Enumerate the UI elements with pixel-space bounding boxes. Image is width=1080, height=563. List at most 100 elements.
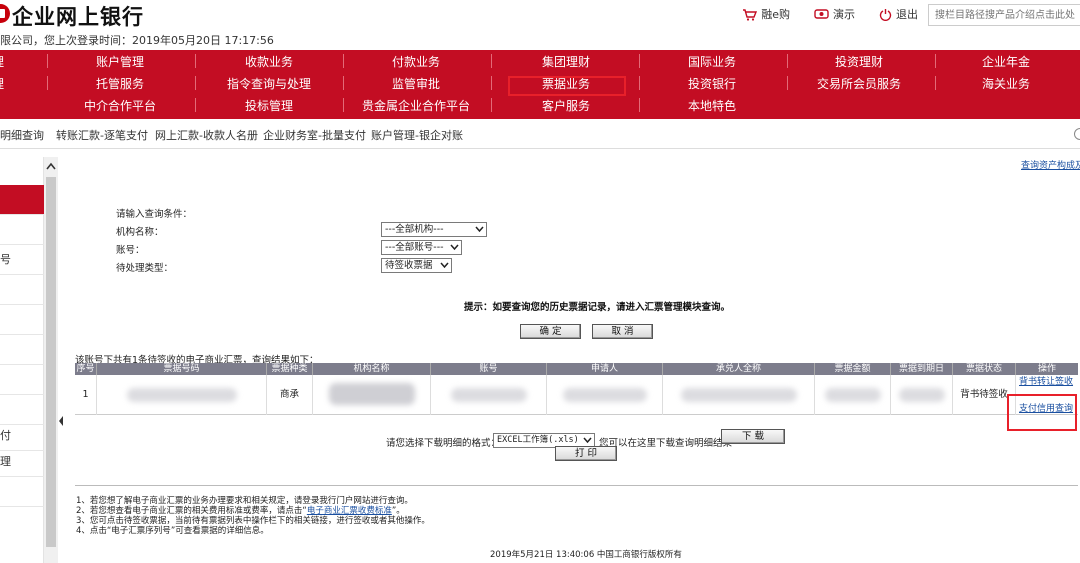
nav-item-group-finance[interactable]: 集团理财 — [542, 51, 590, 73]
pending-type-select[interactable]: 待签收票据 — [381, 258, 452, 273]
nav-item-account-management[interactable]: 账户管理 — [96, 51, 144, 73]
nav-separator — [491, 54, 492, 68]
note-2-suffix: ”。 — [391, 506, 405, 516]
left-menu: 号 付 理 — [0, 157, 44, 563]
scroll-up-icon[interactable] — [46, 161, 56, 173]
notes: 1、若您想了解电子商业汇票的业务办理要求和相关规定，请登录我行门户网站进行查询。… — [76, 496, 430, 536]
nav-item-custody[interactable]: 托管服务 — [96, 73, 144, 95]
payment-credit-query-link[interactable]: 支付信用查询 — [1019, 389, 1073, 429]
search-input[interactable] — [928, 4, 1080, 26]
download-format-label: 请您选择下载明细的格式： — [386, 438, 501, 449]
cell-account — [431, 375, 547, 415]
account-label: 账号： — [116, 245, 145, 256]
subnav-transfer[interactable]: 转账汇款-逐笔支付 — [56, 127, 148, 143]
left-menu-item[interactable] — [0, 157, 44, 187]
subnav-reconciliation[interactable]: 账户管理-银企对账 — [371, 127, 463, 143]
cell-acceptor — [663, 375, 815, 415]
nav-separator — [195, 54, 196, 68]
left-menu-item-active[interactable] — [0, 185, 44, 215]
rong-e-gou-link[interactable]: 融e购 — [742, 6, 790, 22]
nav-item-r2-0[interactable]: 理 — [0, 73, 4, 95]
left-menu-item[interactable] — [0, 477, 44, 507]
note-4: 4、点击“电子汇票序列号”可查看票据的详细信息。 — [76, 526, 269, 536]
left-menu-item[interactable] — [0, 305, 44, 335]
login-info: 限公司，您上次登录时间：2019年05月20日 17:17:56 — [0, 34, 274, 47]
th-bill-number: 票据号码 — [97, 363, 267, 375]
left-menu-item[interactable] — [0, 335, 44, 365]
download-button[interactable]: 下 载 — [721, 429, 785, 444]
scrollbar-thumb[interactable] — [46, 177, 56, 547]
th-amount: 票据金额 — [815, 363, 891, 375]
nav-item-tender[interactable]: 投标管理 — [245, 95, 293, 117]
rong-e-gou-label: 融e购 — [761, 8, 790, 21]
subnav-more-icon[interactable] — [1074, 128, 1080, 140]
subnav-detail-query[interactable]: 明细查询 — [0, 127, 44, 143]
chevron-down-icon — [475, 226, 484, 233]
note-3: 3、您可点击待签收票据，当前待有票据列表中操作栏下的相关链接，进行签收或者其他操… — [76, 516, 430, 526]
left-menu-item[interactable] — [0, 365, 44, 395]
demo-link[interactable]: 演示 — [814, 6, 855, 22]
nav-item-bill-business[interactable]: 票据业务 — [542, 73, 590, 95]
query-prompt: 请输入查询条件： — [116, 209, 193, 220]
account-select[interactable]: ---全部账号--- — [381, 240, 462, 255]
nav-item-exchange-member[interactable]: 交易所会员服务 — [817, 73, 901, 95]
fee-standard-link[interactable]: 电子商业汇票收费标准 — [307, 506, 392, 516]
nav-item-customs[interactable]: 海关业务 — [982, 73, 1030, 95]
nav-item-instruction-query[interactable]: 指令查询与处理 — [227, 73, 311, 95]
th-account: 账号 — [431, 363, 547, 375]
redacted-value — [563, 388, 647, 402]
confirm-button[interactable]: 确 定 — [520, 324, 581, 339]
nav-item-precious-metal[interactable]: 贵金属企业合作平台 — [362, 95, 470, 117]
th-due-date: 票据到期日 — [891, 363, 953, 375]
cell-index: 1 — [75, 375, 97, 415]
nav-item-annuity[interactable]: 企业年金 — [982, 51, 1030, 73]
chevron-down-icon — [583, 437, 592, 444]
th-acceptor: 承兑人全称 — [663, 363, 815, 375]
th-applicant: 申请人 — [547, 363, 663, 375]
top-links: 融e购 演示 退出 — [742, 6, 918, 22]
nav-item-payment[interactable]: 付款业务 — [392, 51, 440, 73]
nav-item-customer-service[interactable]: 客户服务 — [542, 95, 590, 117]
pending-type-label: 待处理类型： — [116, 263, 174, 274]
cell-bill-number[interactable] — [97, 375, 267, 415]
nav-separator — [47, 54, 48, 68]
print-button[interactable]: 打 印 — [555, 446, 617, 461]
nav-item-investment[interactable]: 投资理财 — [835, 51, 883, 73]
nav-row-1: 理 账户管理 收款业务 付款业务 集团理财 国际业务 投资理财 企业年金 — [0, 51, 1080, 73]
left-scrollbar[interactable] — [44, 157, 58, 563]
cancel-button[interactable]: 取 消 — [592, 324, 653, 339]
left-menu-item[interactable]: 理 — [0, 447, 44, 477]
logout-link[interactable]: 退出 — [879, 6, 918, 22]
account-value: ---全部账号--- — [385, 242, 444, 253]
org-name-select[interactable]: ---全部机构--- — [381, 222, 487, 237]
nav-separator — [491, 76, 492, 90]
nav-item-r1-0[interactable]: 理 — [0, 51, 4, 73]
redacted-value — [681, 388, 797, 402]
left-menu-item[interactable] — [0, 275, 44, 305]
asset-composition-link[interactable]: 查询资产构成及 — [1021, 158, 1080, 171]
power-icon — [879, 8, 892, 21]
nav-item-investment-bank[interactable]: 投资银行 — [688, 73, 736, 95]
left-menu-item[interactable]: 号 — [0, 245, 44, 275]
nav-item-local[interactable]: 本地特色 — [688, 95, 736, 117]
header: 企业网上银行 限公司，您上次登录时间：2019年05月20日 17:17:56 … — [0, 0, 1080, 50]
chevron-down-icon — [450, 244, 459, 251]
note-2-prefix: 2、若您想查看电子商业汇票的相关费用标准或费率，请点击“ — [76, 506, 307, 516]
cell-bill-kind: 商承 — [267, 375, 313, 415]
demo-label: 演示 — [833, 8, 855, 21]
notes-divider — [75, 485, 1078, 486]
nav-separator — [47, 76, 48, 90]
subnav-batch-pay[interactable]: 企业财务室-批量支付 — [263, 127, 366, 143]
nav-item-collection[interactable]: 收款业务 — [245, 51, 293, 73]
nav-separator — [935, 76, 936, 90]
table-row: 1 商承 背书待签收 背书转让签收 支付信用查询 — [75, 375, 1078, 415]
redacted-value — [899, 388, 945, 402]
org-name-label: 机构名称： — [116, 227, 164, 238]
nav-item-supervision[interactable]: 监管审批 — [392, 73, 440, 95]
nav-item-international[interactable]: 国际业务 — [688, 51, 736, 73]
eye-icon — [814, 9, 829, 19]
subnav-remittance[interactable]: 网上汇款-收款人名册 — [155, 127, 258, 143]
nav-item-agency[interactable]: 中介合作平台 — [84, 95, 156, 117]
left-menu-item[interactable] — [0, 215, 44, 245]
collapse-arrow-icon[interactable] — [58, 415, 64, 427]
